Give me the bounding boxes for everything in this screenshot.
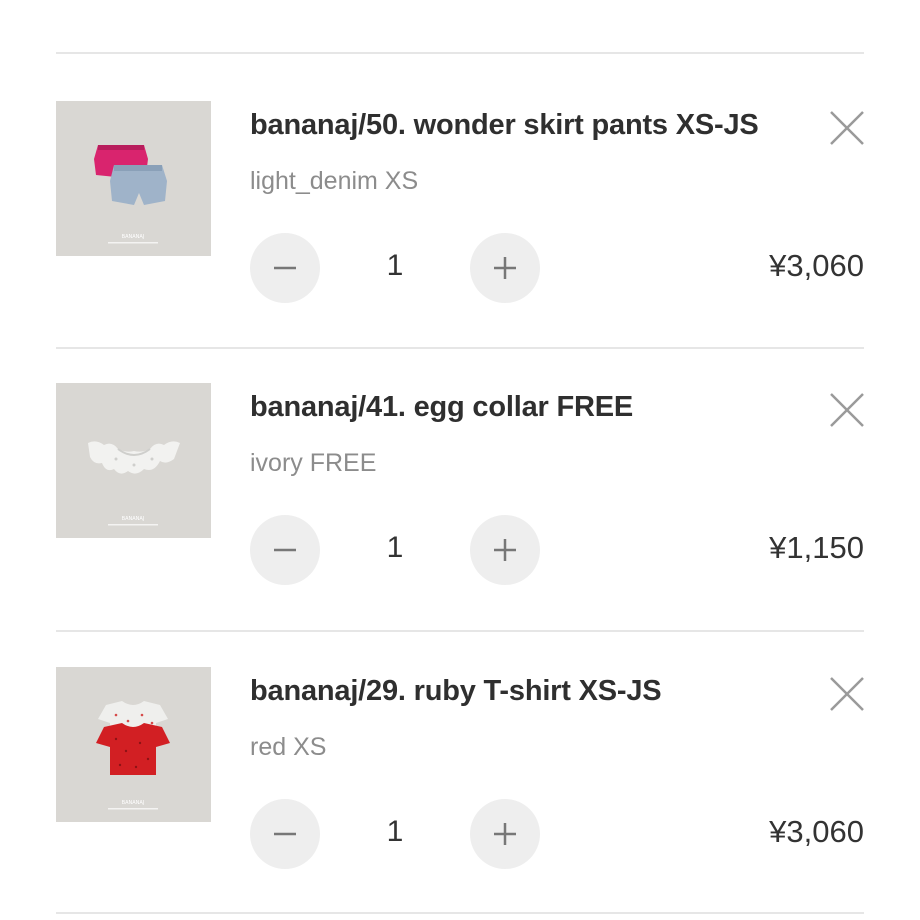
- quantity-value: 1: [386, 531, 404, 564]
- cart-item: BANANAJ bananaj/41. egg collar FREE ivor…: [0, 383, 920, 665]
- decrease-quantity-button[interactable]: [250, 233, 320, 303]
- quantity-value: 1: [386, 815, 404, 848]
- item-price: ¥1,150: [769, 530, 864, 565]
- svg-text:BANANAJ: BANANAJ: [122, 516, 145, 522]
- close-icon: [830, 393, 864, 427]
- product-variant: light_denim XS: [250, 167, 419, 195]
- skirt-pants-photo: BANANAJ: [56, 101, 211, 256]
- svg-text:BANANAJ: BANANAJ: [122, 800, 145, 806]
- increase-quantity-button[interactable]: [470, 799, 540, 869]
- plus-icon: [494, 539, 516, 561]
- product-thumbnail[interactable]: BANANAJ: [56, 667, 211, 822]
- minus-icon: [274, 832, 296, 836]
- product-title[interactable]: bananaj/50. wonder skirt pants XS-JS: [250, 109, 759, 142]
- minus-icon: [274, 548, 296, 552]
- increase-quantity-button[interactable]: [470, 233, 540, 303]
- svg-text:BANANAJ: BANANAJ: [122, 234, 145, 240]
- plus-icon: [494, 257, 516, 279]
- cart-item: BANANAJ bananaj/29. ruby T-shirt XS-JS r…: [0, 667, 920, 920]
- product-thumbnail[interactable]: BANANAJ: [56, 101, 211, 256]
- cart-list: BANANAJ bananaj/50. wonder skirt pants X…: [0, 0, 920, 920]
- divider: [56, 912, 864, 914]
- product-thumbnail[interactable]: BANANAJ: [56, 383, 211, 538]
- decrease-quantity-button[interactable]: [250, 515, 320, 585]
- product-variant: red XS: [250, 733, 327, 761]
- cart-item: BANANAJ bananaj/50. wonder skirt pants X…: [0, 101, 920, 383]
- product-variant: ivory FREE: [250, 449, 377, 477]
- divider: [56, 52, 864, 54]
- collar-photo: BANANAJ: [56, 383, 211, 538]
- close-icon: [830, 677, 864, 711]
- plus-icon: [494, 823, 516, 845]
- remove-item-button[interactable]: [828, 109, 866, 147]
- divider: [56, 630, 864, 632]
- item-price: ¥3,060: [769, 814, 864, 849]
- tshirt-photo: BANANAJ: [56, 667, 211, 822]
- decrease-quantity-button[interactable]: [250, 799, 320, 869]
- product-title[interactable]: bananaj/29. ruby T-shirt XS-JS: [250, 675, 662, 708]
- remove-item-button[interactable]: [828, 675, 866, 713]
- close-icon: [830, 111, 864, 145]
- item-price: ¥3,060: [769, 248, 864, 283]
- minus-icon: [274, 266, 296, 270]
- increase-quantity-button[interactable]: [470, 515, 540, 585]
- product-title[interactable]: bananaj/41. egg collar FREE: [250, 391, 633, 424]
- remove-item-button[interactable]: [828, 391, 866, 429]
- divider: [56, 347, 864, 349]
- quantity-value: 1: [386, 249, 404, 282]
